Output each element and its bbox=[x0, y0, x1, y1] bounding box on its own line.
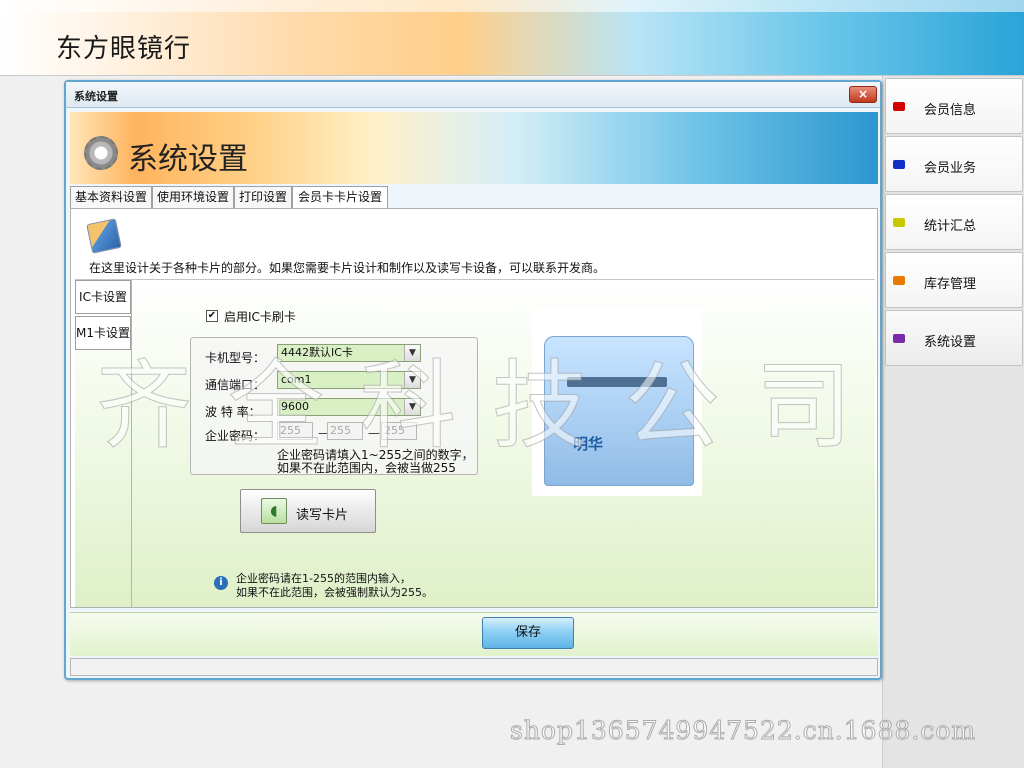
save-button[interactable]: 保存 bbox=[482, 617, 574, 649]
gear-icon bbox=[84, 136, 118, 170]
sidebar-item-member-info[interactable]: 会员信息 bbox=[885, 78, 1023, 134]
baud-value: 9600 bbox=[281, 400, 309, 413]
card-settings-description: 在这里设计关于各种卡片的部分。如果您需要卡片设计和制作以及读写卡设备，可以联系开… bbox=[89, 261, 606, 275]
baud-label: 波 特 率： bbox=[205, 405, 261, 419]
baud-select[interactable]: 9600 ▼ bbox=[277, 398, 421, 416]
enable-ic-checkbox[interactable]: ✔ bbox=[206, 310, 218, 322]
card-model-value: 4442默认IC卡 bbox=[281, 346, 353, 359]
close-button[interactable]: × bbox=[849, 86, 877, 103]
dialog-footer: 保存 bbox=[70, 612, 878, 656]
sidebar-item-label: 库存管理 bbox=[924, 277, 977, 292]
orange-dot-icon bbox=[893, 276, 905, 285]
blue-dot-icon bbox=[893, 160, 905, 169]
chevron-down-icon[interactable]: ▼ bbox=[404, 399, 420, 415]
sidebar-item-system-settings[interactable]: 系统设置 bbox=[885, 310, 1023, 366]
app-title: 东方眼镜行 bbox=[56, 34, 192, 64]
side-tab-m1-card[interactable]: M1卡设置 bbox=[75, 316, 131, 350]
sidebar-item-statistics[interactable]: 统计汇总 bbox=[885, 194, 1023, 250]
chevron-down-icon[interactable]: ▼ bbox=[404, 345, 420, 361]
port-select[interactable]: com1 ▼ bbox=[277, 371, 421, 389]
sidebar-item-label: 统计汇总 bbox=[924, 219, 977, 234]
sidebar: 会员信息 会员业务 统计汇总 库存管理 系统设置 bbox=[882, 76, 1024, 768]
sidebar-item-inventory[interactable]: 库存管理 bbox=[885, 252, 1023, 308]
banner-title: 系统设置 bbox=[128, 142, 248, 177]
password-note-2: 如果不在此范围内，会被当做255 bbox=[277, 461, 456, 475]
read-write-card-label: 读写卡片 bbox=[296, 508, 349, 523]
ic-card-panel: ✔ 启用IC卡刷卡 卡机型号： 4442默认IC卡 ▼ 通信端口： com1 ▼… bbox=[131, 280, 875, 608]
password-field-1[interactable]: 255 bbox=[277, 422, 313, 440]
sidebar-item-label: 会员业务 bbox=[924, 161, 977, 176]
enable-ic-label: 启用IC卡刷卡 bbox=[224, 310, 296, 324]
tab-environment[interactable]: 使用环境设置 bbox=[152, 186, 234, 208]
card-reader-image: 明华 bbox=[532, 308, 702, 496]
settings-banner: 系统设置 bbox=[70, 112, 878, 184]
tab-member-card[interactable]: 会员卡卡片设置 bbox=[292, 186, 388, 209]
sidebar-item-label: 系统设置 bbox=[924, 335, 977, 350]
password-separator: — bbox=[368, 426, 380, 440]
tab-print[interactable]: 打印设置 bbox=[234, 186, 292, 208]
settings-dialog: 系统设置 × 系统设置 基本资料设置 使用环境设置 打印设置 会员卡卡片设置 在… bbox=[64, 80, 882, 680]
card-reader-device: 明华 bbox=[544, 336, 694, 486]
sidebar-item-label: 会员信息 bbox=[924, 103, 977, 118]
password-field-2[interactable]: 255 bbox=[327, 422, 363, 440]
red-dot-icon bbox=[893, 102, 905, 111]
tab-basic-info[interactable]: 基本资料设置 bbox=[70, 186, 152, 208]
side-tab-ic-card[interactable]: IC卡设置 bbox=[75, 280, 131, 314]
dialog-titlebar[interactable]: 系统设置 × bbox=[66, 82, 880, 108]
password-label: 企业密码： bbox=[205, 429, 266, 443]
purple-dot-icon bbox=[893, 334, 905, 343]
dialog-title: 系统设置 bbox=[74, 90, 118, 103]
card-model-label: 卡机型号： bbox=[205, 351, 266, 365]
card-icon bbox=[86, 218, 122, 254]
port-label: 通信端口： bbox=[205, 378, 266, 392]
card-model-select[interactable]: 4442默认IC卡 ▼ bbox=[277, 344, 421, 362]
card-reader-settings: 卡机型号： 4442默认IC卡 ▼ 通信端口： com1 ▼ 波 特 率： 96… bbox=[190, 337, 478, 475]
password-field-3[interactable]: 255 bbox=[381, 422, 417, 440]
sidebar-item-member-business[interactable]: 会员业务 bbox=[885, 136, 1023, 192]
app-header: 东方眼镜行 bbox=[0, 0, 1024, 76]
password-info-line-1: 企业密码请在1-255的范围内输入， bbox=[236, 572, 411, 585]
card-reader-icon: ◖ bbox=[261, 498, 287, 524]
password-info-line-2: 如果不在此范围，会被强制默认为255。 bbox=[236, 586, 433, 599]
port-value: com1 bbox=[281, 373, 312, 386]
status-bar bbox=[70, 658, 878, 676]
read-write-card-button[interactable]: ◖ 读写卡片 bbox=[240, 489, 376, 533]
card-settings-area: IC卡设置 M1卡设置 ✔ 启用IC卡刷卡 卡机型号： 4442默认IC卡 ▼ … bbox=[75, 279, 875, 608]
reader-brand: 明华 bbox=[573, 435, 604, 453]
card-slot bbox=[567, 377, 667, 387]
settings-tabs: 基本资料设置 使用环境设置 打印设置 会员卡卡片设置 bbox=[70, 186, 878, 209]
tab-content: 在这里设计关于各种卡片的部分。如果您需要卡片设计和制作以及读写卡设备，可以联系开… bbox=[70, 208, 878, 608]
yellow-dot-icon bbox=[893, 218, 905, 227]
chevron-down-icon[interactable]: ▼ bbox=[404, 372, 420, 388]
info-icon: i bbox=[214, 576, 228, 590]
